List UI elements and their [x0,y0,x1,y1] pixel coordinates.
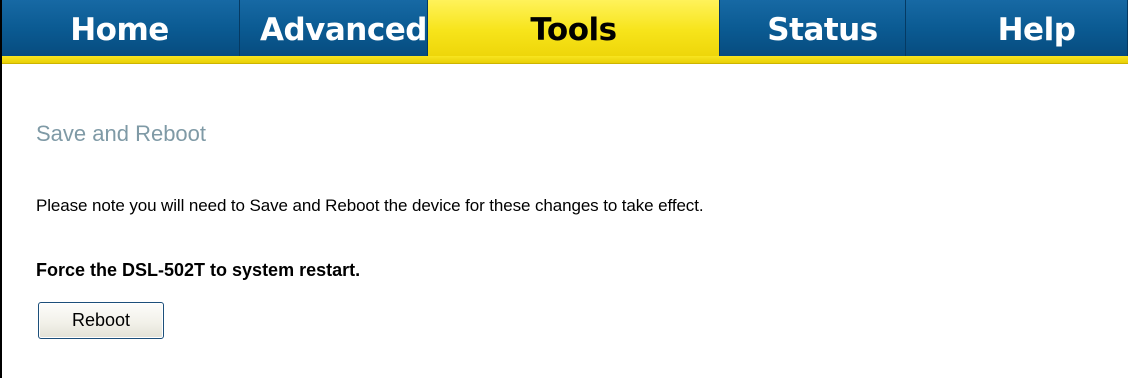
tab-status[interactable]: Status [720,0,906,56]
tab-tools[interactable]: Tools [428,0,720,56]
page: Home Advanced Tools Status Help Save and… [0,0,1128,378]
top-nav-tabs: Home Advanced Tools Status Help [2,0,1128,58]
active-tab-underline-bar [2,56,1128,64]
tab-help[interactable]: Help [906,0,1128,56]
tab-home[interactable]: Home [2,0,240,56]
page-title: Save and Reboot [36,121,207,146]
tab-advanced[interactable]: Advanced [240,0,428,56]
reboot-button[interactable]: Reboot [38,302,164,339]
force-restart-label: Force the DSL-502T to system restart. [36,260,361,280]
save-reboot-note: Please note you will need to Save and Re… [36,196,704,215]
